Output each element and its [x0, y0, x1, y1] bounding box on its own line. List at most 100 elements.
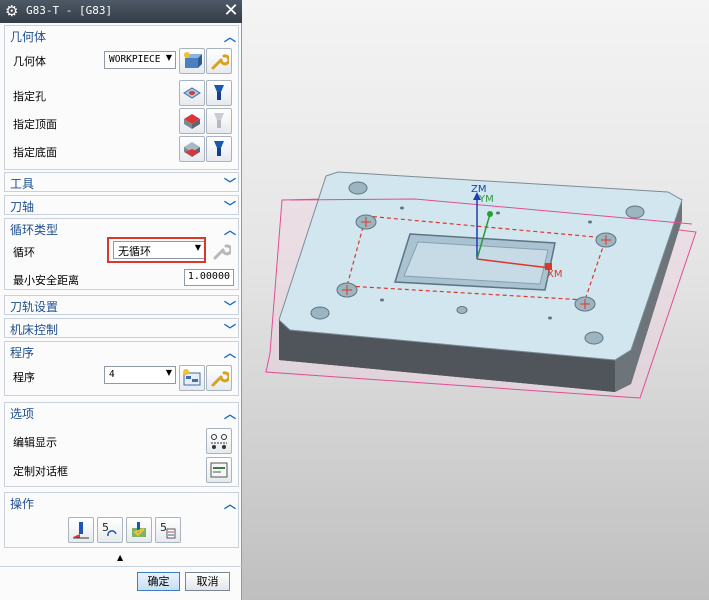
chevron-down-icon[interactable]: ﹀: [224, 175, 236, 192]
chevron-up-icon[interactable]: ︿: [224, 28, 236, 45]
new-program-icon: [183, 369, 201, 386]
custom-dialog-button[interactable]: [206, 457, 232, 483]
specify-hole-button[interactable]: [179, 80, 205, 106]
chevron-up-icon[interactable]: ︿: [224, 495, 236, 512]
new-program-button[interactable]: [179, 365, 205, 391]
axis-group-title: 刀轴: [10, 200, 35, 214]
close-icon[interactable]: ✕: [221, 1, 241, 21]
edit-cycle-button[interactable]: [211, 241, 233, 261]
operation-dialog: ⚙ G83-T - [G83] ✕ 几何体 ︿ 几何体 WORKPIECE ▼ …: [0, 0, 242, 600]
geometry-select[interactable]: WORKPIECE ▼: [104, 51, 176, 69]
options-group: 选项 ︿ 编辑显示 定制对话框: [4, 402, 239, 487]
min-clearance-input[interactable]: 1.00000: [184, 269, 234, 286]
specify-top-button[interactable]: [179, 108, 205, 134]
gear-icon[interactable]: ⚙: [5, 2, 22, 20]
hole-icon: [183, 87, 201, 99]
edit-geometry-button[interactable]: [206, 48, 232, 74]
chevron-up-icon[interactable]: ︿: [224, 344, 236, 361]
list-icon: 5: [160, 521, 176, 539]
expand-arrow-icon[interactable]: ▲: [117, 553, 123, 562]
verify-button[interactable]: [126, 517, 152, 543]
flashlight-disabled-icon: [214, 113, 224, 128]
path-settings-header[interactable]: 刀轨设置 ﹀: [5, 296, 240, 316]
min-clearance-value: 1.00000: [187, 271, 230, 282]
tool-group-title: 工具: [10, 177, 35, 191]
actions-group-header[interactable]: 操作 ︿: [5, 493, 240, 513]
dropdown-arrow-icon[interactable]: ▼: [166, 368, 172, 377]
new-geometry-icon: [184, 52, 202, 68]
geometry-group: 几何体 ︿ 几何体 WORKPIECE ▼ 指定孔 指定顶面 指定底面: [4, 25, 239, 170]
divider: [0, 566, 242, 567]
program-group: 程序 ︿ 程序 4 ▼: [4, 341, 239, 396]
wrench-icon: [211, 54, 229, 70]
new-geometry-button[interactable]: [179, 48, 205, 74]
replay-icon: 5: [102, 521, 117, 537]
wrench-disabled-icon: [213, 244, 233, 260]
list-button[interactable]: 5: [155, 517, 181, 543]
pocket-floor: [403, 241, 549, 285]
program-select[interactable]: 4 ▼: [104, 366, 176, 384]
title-bar: ⚙ G83-T - [G83] ✕: [0, 0, 242, 23]
flashlight-icon: [214, 141, 224, 156]
show-bottom-button[interactable]: [206, 136, 232, 162]
min-clearance-label: 最小安全距离: [13, 274, 79, 287]
show-hole-button[interactable]: [206, 80, 232, 106]
specify-bottom-button[interactable]: [179, 136, 205, 162]
program-group-title: 程序: [10, 346, 35, 360]
tool-group[interactable]: 工具 ﹀: [4, 172, 239, 192]
display-options-icon: [211, 434, 227, 449]
axis-group-header[interactable]: 刀轴 ﹀: [5, 196, 240, 216]
axis-group[interactable]: 刀轴 ﹀: [4, 195, 239, 215]
actions-group-title: 操作: [10, 497, 35, 511]
tool-group-header[interactable]: 工具 ﹀: [5, 173, 240, 193]
show-top-button[interactable]: [206, 108, 232, 134]
top-face-icon: [184, 114, 200, 129]
dropdown-arrow-icon[interactable]: ▼: [166, 53, 172, 62]
chevron-down-icon[interactable]: ﹀: [224, 198, 236, 215]
options-group-title: 选项: [10, 407, 35, 421]
custom-dialog-icon: [210, 462, 228, 478]
generate-toolpath-button[interactable]: [68, 517, 94, 543]
ok-button[interactable]: 确定: [137, 572, 180, 591]
chevron-down-icon[interactable]: ﹀: [224, 321, 236, 338]
generate-icon: [73, 522, 89, 539]
path-settings-title: 刀轨设置: [10, 300, 59, 314]
graphics-viewport[interactable]: ZM YM XM: [243, 0, 709, 600]
machine-control-title: 机床控制: [10, 323, 59, 337]
edit-program-button[interactable]: [206, 365, 232, 391]
replay-button[interactable]: 5: [97, 517, 123, 543]
edit-display-label: 编辑显示: [13, 436, 57, 449]
specify-top-label: 指定顶面: [13, 118, 57, 131]
geometry-group-header[interactable]: 几何体 ︿: [5, 26, 240, 46]
machine-control-header[interactable]: 机床控制 ﹀: [5, 319, 240, 339]
xm-label: XM: [547, 269, 563, 280]
chevron-up-icon[interactable]: ︿: [224, 221, 236, 238]
machine-control-group[interactable]: 机床控制 ﹀: [4, 318, 239, 338]
part-model: [265, 171, 697, 399]
svg-text:5: 5: [160, 521, 167, 534]
cycle-group-title: 循环类型: [10, 223, 59, 237]
custom-dialog-label: 定制对话框: [13, 465, 68, 478]
chevron-down-icon[interactable]: ﹀: [224, 298, 236, 315]
cancel-button[interactable]: 取消: [185, 572, 230, 591]
geometry-group-title: 几何体: [10, 30, 47, 44]
cycle-highlight-frame: [107, 237, 206, 263]
specify-bottom-label: 指定底面: [13, 146, 57, 159]
program-group-header[interactable]: 程序 ︿: [5, 342, 240, 362]
cycle-group-header[interactable]: 循环类型 ︿: [5, 219, 240, 239]
verify-icon: [132, 522, 146, 537]
ym-label: YM: [479, 194, 494, 205]
geometry-label: 几何体: [13, 55, 46, 68]
options-group-header[interactable]: 选项 ︿: [5, 403, 240, 423]
path-settings-group[interactable]: 刀轨设置 ﹀: [4, 295, 239, 315]
bottom-face-icon: [184, 142, 200, 157]
chevron-up-icon[interactable]: ︿: [224, 405, 236, 422]
geometry-select-value: WORKPIECE: [109, 54, 161, 65]
svg-text:5: 5: [102, 521, 109, 534]
cycle-label: 循环: [13, 246, 35, 259]
specify-hole-label: 指定孔: [13, 90, 46, 103]
wrench-icon: [211, 371, 229, 387]
program-select-value: 4: [109, 369, 115, 380]
edit-display-button[interactable]: [206, 428, 232, 454]
window-title: G83-T - [G83]: [26, 4, 113, 17]
